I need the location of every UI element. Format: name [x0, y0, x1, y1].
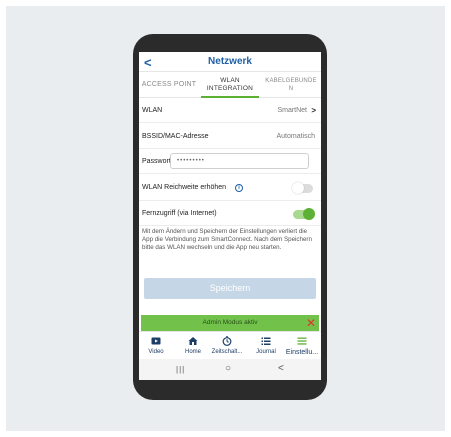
remote-toggle[interactable]	[293, 208, 315, 220]
password-label: Passwort	[142, 158, 171, 165]
toggle-knob	[292, 182, 304, 194]
recents-icon[interactable]: |||	[176, 365, 185, 374]
range-label: WLAN Reichweite erhöhen	[142, 184, 227, 191]
range-row: WLAN Reichweite erhöhen i	[139, 175, 321, 201]
home-icon	[188, 337, 198, 345]
save-button[interactable]: Speichern	[144, 278, 316, 299]
info-note: Mit dem Ändern und Speichern der Einstel…	[142, 228, 312, 251]
nav-settings[interactable]: Einstellu...	[283, 336, 321, 356]
nav-home[interactable]: Home	[181, 336, 205, 355]
back-arrow-icon[interactable]: <	[278, 363, 284, 374]
info-icon[interactable]: i	[235, 184, 243, 192]
list-icon	[261, 337, 271, 345]
toggle-knob	[303, 208, 315, 220]
nav-label: Home	[184, 349, 201, 355]
video-icon	[151, 337, 161, 345]
wlan-label: WLAN	[142, 107, 163, 114]
timer-icon	[222, 336, 232, 346]
tab-kabelgebunden[interactable]: KABELGEBUNDE N	[261, 72, 321, 98]
bssid-value: Automatisch	[276, 133, 315, 140]
nav-label: Zeitschalt...	[211, 349, 243, 355]
tab-label: INTEGRATION	[206, 85, 254, 92]
password-row: Passwort •••••••••	[139, 150, 321, 174]
page-title: Netzwerk	[208, 56, 252, 67]
admin-mode-bar: Admin Modus aktiv ✕	[141, 315, 319, 331]
tab-label: WLAN	[220, 77, 240, 84]
password-field[interactable]: •••••••••	[170, 153, 309, 169]
wlan-value: SmartNet	[277, 107, 307, 114]
nav-label: Einstellu...	[285, 349, 319, 356]
system-nav-bar: ||| ○ <	[139, 359, 321, 380]
menu-icon	[297, 337, 307, 345]
bottom-nav: Video Home Zeitschalt... Journal Einstel…	[139, 331, 321, 359]
remote-label: Fernzugriff (via Internet)	[142, 210, 217, 217]
tab-label: ACCESS POINT	[141, 81, 197, 88]
nav-label: Video	[148, 349, 164, 355]
range-toggle[interactable]	[292, 182, 313, 194]
tab-bar: ACCESS POINT WLAN INTEGRATION KABELGEBUN…	[139, 72, 321, 98]
nav-video[interactable]: Video	[143, 336, 169, 355]
nav-label: Journal	[256, 349, 276, 355]
admin-mode-label: Admin Modus aktiv	[202, 319, 258, 326]
close-icon[interactable]: ✕	[306, 316, 316, 330]
tab-label: KABELGEBUNDE	[265, 78, 317, 84]
top-bar: < Netzwerk	[139, 52, 321, 72]
tab-access-point[interactable]: ACCESS POINT	[139, 72, 199, 98]
tab-label: N	[288, 86, 294, 92]
nav-timer[interactable]: Zeitschalt...	[209, 336, 245, 355]
remote-row: Fernzugriff (via Internet)	[139, 202, 321, 226]
bssid-row: BSSID/MAC-Adresse Automatisch	[139, 124, 321, 149]
home-circle-icon[interactable]: ○	[225, 363, 231, 374]
bssid-label: BSSID/MAC-Adresse	[142, 133, 209, 140]
nav-journal[interactable]: Journal	[251, 336, 281, 355]
wlan-row[interactable]: WLAN SmartNet >	[139, 99, 321, 123]
tab-wlan-integration[interactable]: WLAN INTEGRATION	[201, 72, 259, 98]
phone-screen: < Netzwerk ACCESS POINT WLAN INTEGRATION…	[139, 52, 321, 380]
chevron-right-icon: >	[311, 106, 316, 115]
